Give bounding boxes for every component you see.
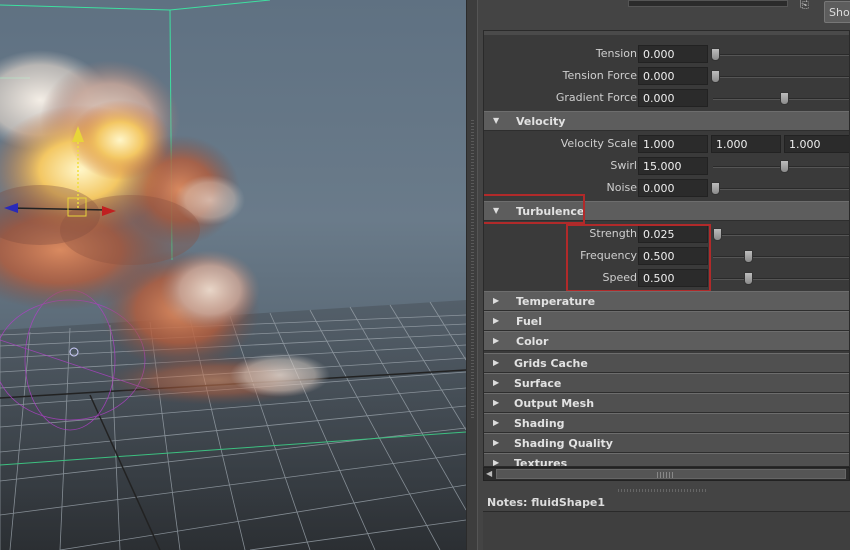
frequency-slider-track[interactable] (713, 256, 849, 258)
section-textures[interactable]: ▶ Textures (484, 453, 849, 467)
thumb-grip (657, 472, 675, 478)
tension-force-field[interactable]: 0.000 (638, 67, 708, 85)
triangle-right-icon: ▶ (493, 418, 500, 427)
section-surface[interactable]: ▶ Surface (484, 373, 849, 393)
frequency-slider-handle[interactable] (744, 250, 753, 263)
section-shading[interactable]: ▶ Shading (484, 413, 849, 433)
attr-row-swirl: Swirl 15.000 (484, 155, 849, 177)
scrollbar-thumb[interactable] (496, 469, 846, 479)
section-title: Temperature (516, 295, 596, 308)
section-temperature[interactable]: ▶ Temperature (484, 291, 849, 311)
tension-force-slider-track[interactable] (713, 76, 849, 78)
section-shading-quality[interactable]: ▶ Shading Quality (484, 433, 849, 453)
section-title: Surface (514, 377, 562, 390)
triangle-right-icon: ▶ (493, 336, 500, 345)
viewport-scene (0, 0, 466, 550)
section-title: Color (516, 335, 549, 348)
velocity-scale-z-field[interactable]: 1.000 (784, 135, 849, 153)
panel-splitter[interactable] (466, 0, 478, 550)
triangle-right-icon: ▶ (493, 296, 500, 305)
attr-label: Noise (606, 181, 637, 194)
section-fuel[interactable]: ▶ Fuel (484, 311, 849, 331)
3d-viewport[interactable] (0, 0, 466, 550)
node-name-field[interactable] (628, 0, 788, 7)
show-button[interactable]: Show (824, 1, 850, 23)
section-title: Fuel (516, 315, 543, 328)
section-title: Shading (514, 417, 565, 430)
attr-row-velocity-scale: Velocity Scale 1.000 1.000 1.000 (484, 133, 849, 155)
attr-row-gradient-force: Gradient Force 0.000 (484, 87, 849, 109)
triangle-right-icon: ▶ (493, 398, 500, 407)
tension-force-slider-handle[interactable] (711, 70, 720, 83)
attr-label: Tension (595, 47, 637, 60)
copy-tab-icon[interactable]: ⎘ (800, 0, 814, 10)
triangle-right-icon: ▶ (493, 438, 500, 447)
speed-slider-track[interactable] (713, 278, 849, 280)
velocity-scale-x-field[interactable]: 1.000 (638, 135, 708, 153)
notes-textarea[interactable] (483, 511, 850, 550)
tension-slider-handle[interactable] (711, 48, 720, 61)
section-grids-cache[interactable]: ▶ Grids Cache (484, 353, 849, 373)
section-title: Textures (514, 457, 568, 467)
gradient-force-slider-handle[interactable] (780, 92, 789, 105)
section-title: Velocity (516, 115, 566, 128)
attribute-editor-header: ⎘ Show (478, 0, 850, 26)
splitter-grip[interactable] (471, 120, 474, 420)
section-velocity[interactable]: ▼ Velocity (484, 111, 849, 131)
attr-row-tension: Tension 0.000 (484, 43, 849, 65)
tension-field[interactable]: 0.000 (638, 45, 708, 63)
attribute-list: Tension 0.000 Tension Force 0.000 Gradie… (483, 30, 850, 467)
section-color[interactable]: ▶ Color (484, 331, 849, 351)
swirl-slider-handle[interactable] (780, 160, 789, 173)
notes-label: Notes: fluidShape1 (487, 496, 606, 509)
section-title: Shading Quality (514, 437, 613, 450)
triangle-right-icon: ▶ (493, 358, 500, 367)
attribute-editor: ⎘ Show Tension 0.000 Tension Force 0.000… (478, 0, 850, 550)
triangle-right-icon: ▶ (493, 378, 500, 387)
section-title: Output Mesh (514, 397, 595, 410)
triangle-down-icon: ▼ (493, 116, 500, 125)
gradient-force-field[interactable]: 0.000 (638, 89, 708, 107)
noise-slider-track[interactable] (713, 188, 849, 190)
attr-label: Velocity Scale (560, 137, 637, 150)
notes-divider-grip[interactable] (618, 489, 708, 492)
velocity-scale-y-field[interactable]: 1.000 (711, 135, 781, 153)
turbulence-highlight-box (484, 194, 585, 224)
triangle-right-icon: ▶ (493, 458, 500, 467)
swirl-field[interactable]: 15.000 (638, 157, 708, 175)
noise-slider-handle[interactable] (711, 182, 720, 195)
speed-slider-handle[interactable] (744, 272, 753, 285)
scroll-left-icon[interactable]: ◀ (486, 468, 496, 480)
triangle-right-icon: ▶ (493, 316, 500, 325)
section-output-mesh[interactable]: ▶ Output Mesh (484, 393, 849, 413)
strength-slider-track[interactable] (713, 234, 849, 236)
strength-slider-handle[interactable] (713, 228, 722, 241)
turbulence-attrs-highlight-box (566, 224, 711, 292)
attr-label: Swirl (610, 159, 637, 172)
section-title: Grids Cache (514, 357, 588, 370)
horizontal-scrollbar[interactable]: ◀ (483, 467, 850, 481)
attr-label: Gradient Force (555, 91, 637, 104)
noise-field[interactable]: 0.000 (638, 179, 708, 197)
attr-label: Tension Force (562, 69, 637, 82)
tension-slider-track[interactable] (713, 54, 849, 56)
attr-row-tension-force: Tension Force 0.000 (484, 65, 849, 87)
